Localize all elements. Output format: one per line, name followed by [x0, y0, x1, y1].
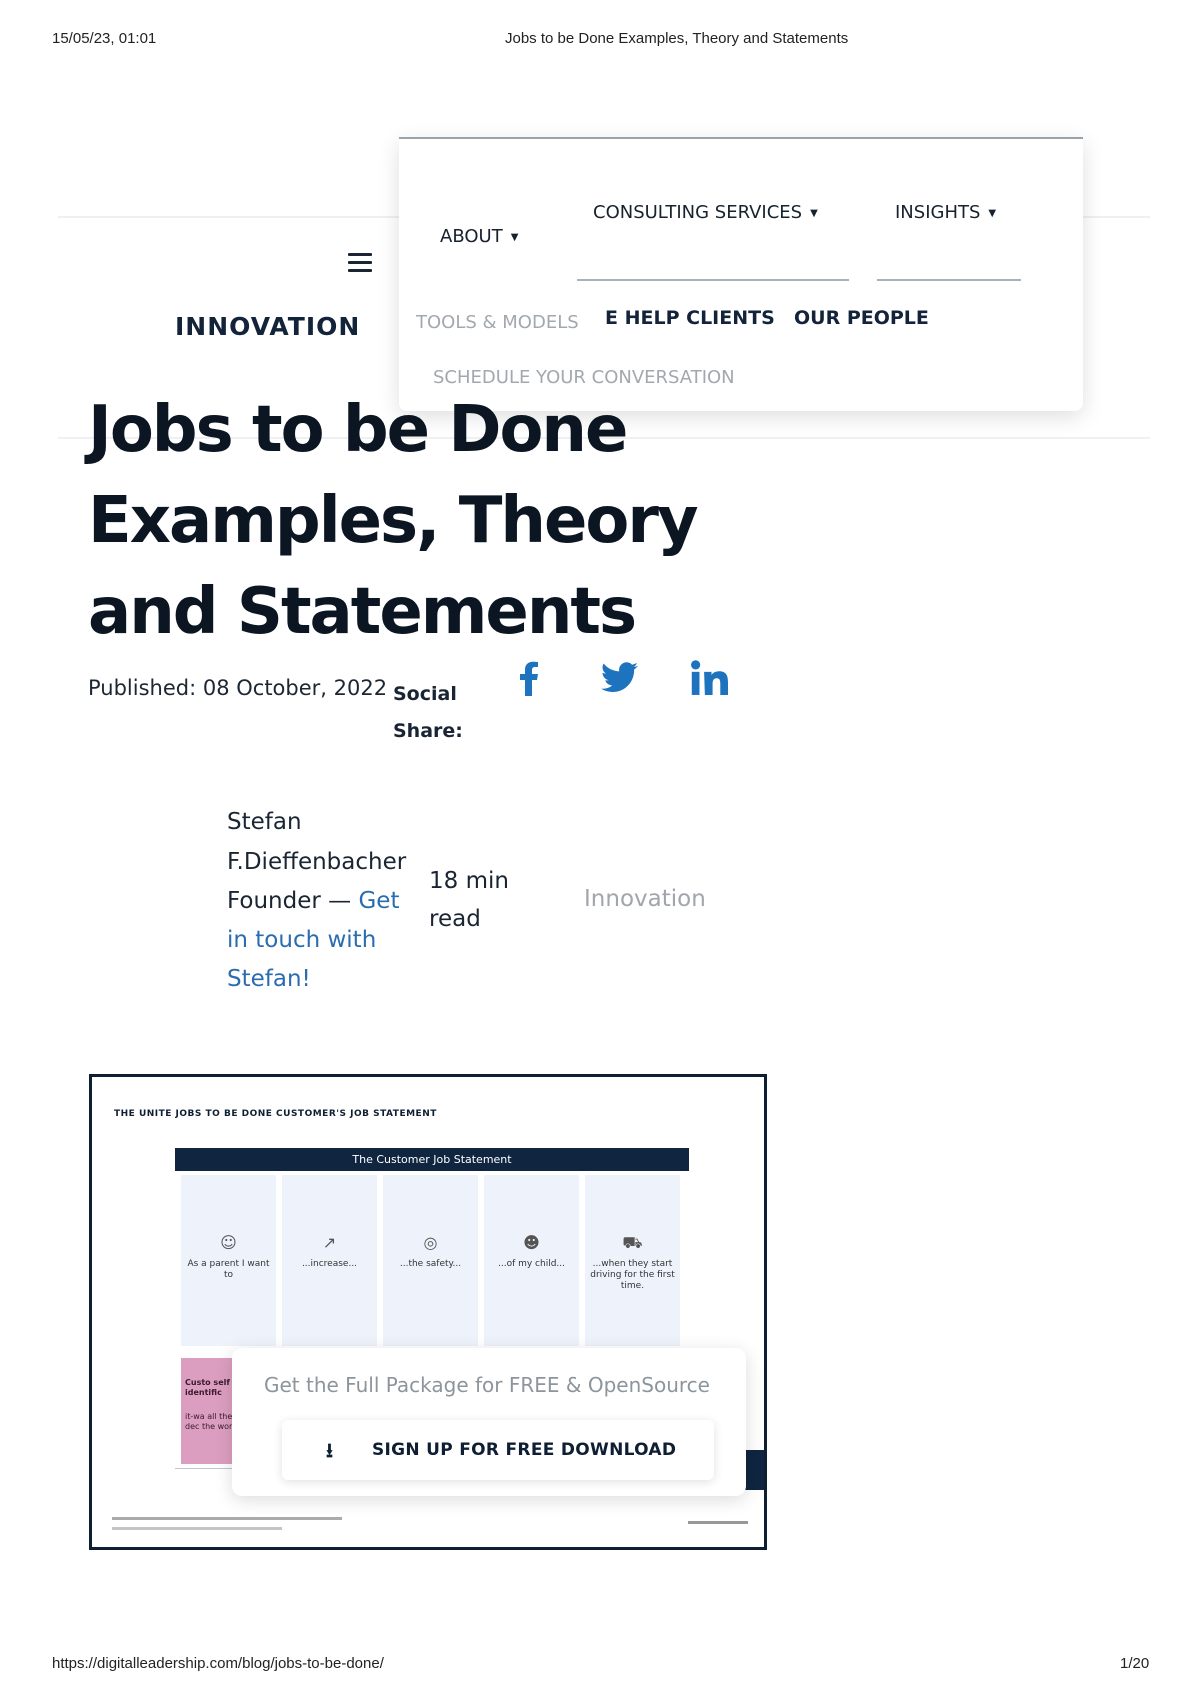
safety-icon: ◎	[423, 1233, 438, 1252]
figure-column-text: ...increase...	[301, 1259, 358, 1269]
article-title: Jobs to be Done Examples, Theory and Sta…	[88, 393, 699, 649]
caret-down-icon: ▼	[988, 208, 997, 219]
caret-down-icon: ▼	[510, 232, 519, 243]
nav-item-consulting-services[interactable]: CONSULTING SERVICES ▼	[593, 202, 818, 223]
figure-column: ☻ ...of my child...	[484, 1175, 579, 1346]
facebook-icon[interactable]	[518, 660, 540, 700]
download-promo-card: Get the Full Package for FREE & OpenSour…	[232, 1348, 746, 1496]
figure-column-text: ...when they start driving for the first…	[590, 1259, 675, 1291]
nav-underline-insights	[877, 279, 1021, 281]
figure-pink-sub: it-wa all the dec the work	[185, 1412, 237, 1431]
print-doc-title: Jobs to be Done Examples, Theory and Sta…	[505, 30, 849, 47]
nav-about-label: ABOUT	[440, 226, 503, 247]
figure-column: ◎ ...the safety...	[383, 1175, 478, 1346]
figure-pink-label: Custo self identific	[185, 1378, 230, 1397]
category-link[interactable]: Innovation	[584, 886, 706, 912]
child-icon: ☻	[523, 1233, 540, 1252]
promo-text: Get the Full Package for FREE & OpenSour…	[264, 1373, 710, 1397]
car-icon: ⛟	[622, 1233, 643, 1252]
nav-underline-consulting	[577, 279, 849, 281]
author-name: Stefan F.Dieffenbacher	[227, 809, 407, 875]
figure-footnote	[112, 1517, 342, 1520]
author-role-line: Founder — Get in touch with Stefan!	[227, 882, 427, 999]
nav-item-insights[interactable]: INSIGHTS ▼	[895, 202, 996, 223]
twitter-icon[interactable]	[601, 662, 638, 697]
nav-item-about[interactable]: ABOUT ▼	[440, 226, 518, 247]
nav-consulting-label: CONSULTING SERVICES	[593, 202, 803, 223]
nav-item-tools-models[interactable]: TOOLS & MODELS	[416, 312, 579, 333]
figure-column: ☺ As a parent I want to	[181, 1175, 276, 1346]
figure-footnote	[112, 1527, 282, 1530]
print-url: https://digitalleadership.com/blog/jobs-…	[52, 1655, 384, 1672]
sign-up-download-button[interactable]: ⭳ SIGN UP FOR FREE DOWNLOAD	[282, 1420, 714, 1480]
figure-dark-block	[745, 1450, 764, 1490]
figure-column-text: ...of my child...	[497, 1259, 566, 1269]
print-page-number: 1/20	[1120, 1655, 1150, 1672]
figure-column: ↗ ...increase...	[282, 1175, 377, 1346]
published-date: Published: 08 October, 2022	[88, 676, 388, 700]
increase-icon: ↗	[322, 1233, 337, 1252]
caret-down-icon: ▼	[810, 208, 818, 219]
download-icon: ⭳	[326, 1438, 333, 1462]
hamburger-menu-icon[interactable]	[348, 253, 372, 277]
figure-column-text: As a parent I want to	[187, 1259, 270, 1280]
linkedin-icon[interactable]	[691, 660, 728, 700]
nav-item-our-people[interactable]: OUR PEOPLE	[794, 307, 929, 329]
figure-bar-label: The Customer Job Statement	[175, 1148, 689, 1171]
figure-brand-mark	[688, 1521, 748, 1524]
read-time: 18 min read	[429, 868, 509, 932]
figure-column-text: ...the safety...	[399, 1259, 462, 1269]
nav-dropdown-panel: ABOUT ▼ CONSULTING SERVICES ▼ INSIGHTS ▼ TO…	[399, 137, 1083, 411]
figure-heading: THE UNITE JOBS TO BE DONE CUSTOMER'S JOB…	[114, 1109, 437, 1119]
nav-insights-label: INSIGHTS	[895, 202, 981, 223]
author-role: Founder —	[227, 888, 359, 914]
sign-up-download-label: SIGN UP FOR FREE DOWNLOAD	[372, 1440, 677, 1460]
nav-item-help-clients[interactable]: E HELP CLIENTS	[605, 307, 775, 329]
parent-icon: ☺	[220, 1233, 237, 1252]
print-datetime: 15/05/23, 01:01	[52, 30, 157, 47]
figure-column: ⛟ ...when they start driving for the fir…	[585, 1175, 680, 1346]
social-share-label: Social Share:	[393, 683, 463, 742]
category-tab-innovation[interactable]: INNOVATION	[175, 312, 360, 341]
